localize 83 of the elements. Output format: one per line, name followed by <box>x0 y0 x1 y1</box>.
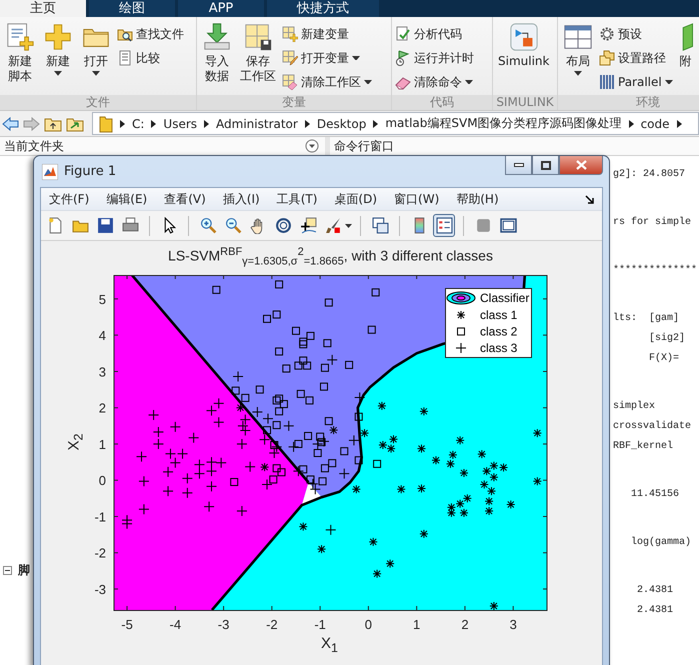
legend-label: class 2 <box>480 324 518 338</box>
tick-label: -2 <box>94 546 106 561</box>
tick-label: 0 <box>98 473 106 488</box>
ribbon-button[interactable]: 附 <box>676 22 695 69</box>
ribbon-button[interactable]: 清除工作区 <box>282 73 372 91</box>
ribbon-button[interactable]: 导入 数据 <box>200 22 234 84</box>
ribbon-button[interactable]: Parallel <box>599 73 673 91</box>
ribbon-button[interactable]: 打开变量 <box>282 49 372 67</box>
tick-label: 5 <box>98 292 106 307</box>
group-label: SIMULINK <box>493 95 557 110</box>
ribbon-button[interactable]: 分析代码 <box>395 25 474 43</box>
menu-item[interactable]: 工具(T) <box>276 190 318 208</box>
menu-item[interactable]: 编辑(E) <box>106 190 148 208</box>
breadcrumb[interactable]: Administrator <box>216 116 298 130</box>
tab[interactable]: 主页 <box>0 0 86 17</box>
ribbon-button[interactable]: 查找文件 <box>117 25 184 43</box>
tick-label: -2 <box>266 617 278 632</box>
legend-label: Classifier <box>480 291 530 305</box>
console-line: crossvalidate <box>613 420 692 434</box>
menu-item[interactable]: 查看(V) <box>164 190 206 208</box>
console-line: g2]: 24.8057 <box>613 168 686 182</box>
panel-title: 命令行窗口 <box>334 138 394 154</box>
console-line: lts: [gam] <box>613 312 680 326</box>
legend-label: class 1 <box>480 308 518 322</box>
tree-item[interactable]: 脚 <box>18 562 30 579</box>
tick-label: 2 <box>461 617 469 632</box>
ribbon-button[interactable]: 预设 <box>599 25 673 43</box>
tab[interactable]: 快捷方式 <box>267 0 379 17</box>
legend-label: class 3 <box>480 341 518 355</box>
tick-label: 1 <box>413 617 420 632</box>
console-line: RBF_kernel <box>613 440 674 454</box>
console-line: log(gamma) <box>630 536 692 550</box>
ribbon-button[interactable]: 布局 <box>561 22 595 76</box>
console-line: ************** <box>613 264 698 278</box>
tick-label: 1 <box>98 436 106 452</box>
ribbon-button[interactable]: 运行并计时 <box>395 49 474 67</box>
group-label: 代码 <box>392 95 492 110</box>
tab[interactable]: 绘图 <box>89 0 175 17</box>
menu-item[interactable]: 文件(F) <box>49 190 90 208</box>
menu-item[interactable]: 窗口(W) <box>394 190 440 208</box>
console-line: 2.4381 <box>636 584 674 598</box>
tick-label: 2 <box>98 400 106 416</box>
tick-label: -3 <box>218 617 230 632</box>
ribbon-button[interactable]: 设置路径 <box>599 49 673 67</box>
tick-label: 0 <box>364 617 372 632</box>
tab[interactable]: APP <box>178 0 264 17</box>
tick-label: 3 <box>98 364 106 380</box>
panel-title: 当前文件夹 <box>4 138 64 154</box>
console-line: rs for simple <box>613 216 692 230</box>
ribbon-button[interactable]: 比较 <box>117 49 184 67</box>
tick-label: -1 <box>314 617 326 632</box>
breadcrumb[interactable]: C: <box>132 116 144 130</box>
ribbon-button[interactable]: 新建 <box>41 22 75 76</box>
tick-label: -1 <box>94 509 106 524</box>
console-line: F(X)= <box>648 352 680 366</box>
group-label: 变量 <box>197 95 391 110</box>
tick-label: -4 <box>170 617 182 632</box>
group-label: 文件 <box>0 95 196 110</box>
menu-item[interactable]: 帮助(H) <box>456 190 499 208</box>
group-label: 环境 <box>558 95 699 110</box>
ribbon-button[interactable]: 清除命令 <box>395 73 474 91</box>
breadcrumb[interactable]: code <box>640 116 670 130</box>
tick-label: 3 <box>510 617 517 632</box>
tick-label: -3 <box>94 582 106 597</box>
breadcrumb[interactable]: Users <box>163 116 198 130</box>
console-line: 2.4381 <box>636 604 674 618</box>
ribbon-button[interactable]: 保存 工作区 <box>238 22 278 84</box>
breadcrumb[interactable]: matlab编程SVM图像分类程序源码图像处理 <box>385 115 622 132</box>
ribbon-button[interactable]: 新建变量 <box>282 25 372 43</box>
console-line: [sig2] <box>648 332 686 346</box>
breadcrumb[interactable]: Desktop <box>316 116 366 130</box>
ribbon-button[interactable]: 打开 <box>79 22 113 76</box>
menu-item[interactable]: 插入(I) <box>222 190 260 208</box>
tick-label: -5 <box>121 617 133 632</box>
tick-label: 4 <box>98 328 106 344</box>
ribbon-button[interactable]: Simulink <box>496 22 552 69</box>
window-title: Figure 1 <box>64 164 116 179</box>
console-line: 11.45156 <box>630 488 680 502</box>
address-bar[interactable]: C: Users Administrator Desktop matlab编程SVM图像分类程序源码图像处理 code <box>92 112 699 135</box>
axis-label: X$_{1}$ <box>321 635 338 655</box>
ribbon-button[interactable]: 新建 脚本 <box>3 22 37 84</box>
menu-item[interactable]: 桌面(D) <box>334 190 378 208</box>
console-line: simplex <box>613 400 656 414</box>
